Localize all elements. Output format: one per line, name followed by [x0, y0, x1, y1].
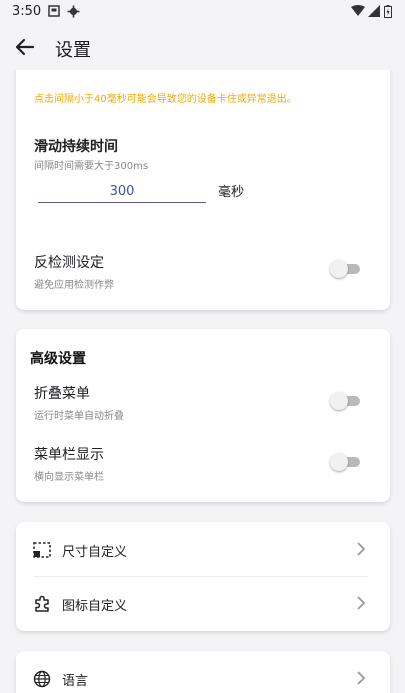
- language-label: 语言: [62, 674, 89, 689]
- advanced-settings-card: 高级设置 折叠菜单 运行时菜单自动折叠 菜单栏显示 横向显示菜单栏: [16, 329, 390, 502]
- swipe-duration-input[interactable]: [38, 180, 206, 203]
- fold-menu-desc: 运行时菜单自动折叠: [34, 411, 124, 422]
- menubar-display-switch[interactable]: [330, 453, 362, 471]
- status-time: 3:50: [12, 4, 42, 19]
- back-arrow-icon[interactable]: [14, 36, 36, 58]
- settings-status-icon: [67, 5, 80, 18]
- puzzle-icon: [35, 595, 49, 612]
- touch-settings-card: 点击间隔小于40毫秒可能会导致您的设备卡住或异常退出。 滑动持续时间 间隔时间需…: [16, 70, 390, 310]
- switch-thumb: [330, 453, 348, 471]
- globe-icon: [33, 670, 51, 688]
- size-customize-row[interactable]: 尺寸自定义: [16, 524, 390, 576]
- icon-customize-row[interactable]: 图标自定义: [16, 578, 390, 630]
- anti-detect-title: 反检测设定: [34, 255, 104, 271]
- menubar-display-desc: 横向显示菜单栏: [34, 472, 104, 483]
- signal-icon: [368, 5, 380, 17]
- battery-icon: [384, 5, 392, 18]
- icon-customize-label: 图标自定义: [62, 599, 128, 614]
- anti-detect-desc: 避免应用检测作弊: [34, 280, 114, 291]
- switch-thumb: [330, 260, 348, 278]
- settings-scroll-area[interactable]: 点击间隔小于40毫秒可能会导致您的设备卡住或异常退出。 滑动持续时间 间隔时间需…: [0, 70, 405, 693]
- notification-icon: [48, 5, 60, 17]
- divider: [34, 576, 368, 577]
- size-customize-label: 尺寸自定义: [62, 545, 128, 560]
- swipe-duration-desc: 间隔时间需要大于300ms: [34, 161, 149, 172]
- switch-thumb: [330, 392, 348, 410]
- resize-icon: [33, 542, 51, 558]
- page-title: 设置: [55, 40, 91, 61]
- swipe-duration-unit: 毫秒: [218, 185, 245, 200]
- language-row[interactable]: 语言: [16, 653, 390, 693]
- status-bar: 3:50: [0, 0, 405, 24]
- click-interval-warning: 点击间隔小于40毫秒可能会导致您的设备卡住或异常退出。: [34, 94, 297, 105]
- chevron-right-icon: [357, 542, 366, 556]
- app-bar: 设置: [0, 24, 405, 70]
- advanced-section-title: 高级设置: [30, 351, 86, 367]
- wifi-icon: [351, 5, 365, 16]
- anti-detect-switch[interactable]: [330, 260, 362, 278]
- chevron-right-icon: [357, 671, 366, 685]
- fold-menu-title: 折叠菜单: [34, 386, 90, 402]
- fold-menu-switch[interactable]: [330, 392, 362, 410]
- chevron-right-icon: [357, 596, 366, 610]
- menubar-display-title: 菜单栏显示: [34, 447, 104, 463]
- language-card: 语言: [16, 651, 390, 693]
- customize-card: 尺寸自定义 图标自定义: [16, 522, 390, 631]
- swipe-duration-title: 滑动持续时间: [34, 139, 118, 155]
